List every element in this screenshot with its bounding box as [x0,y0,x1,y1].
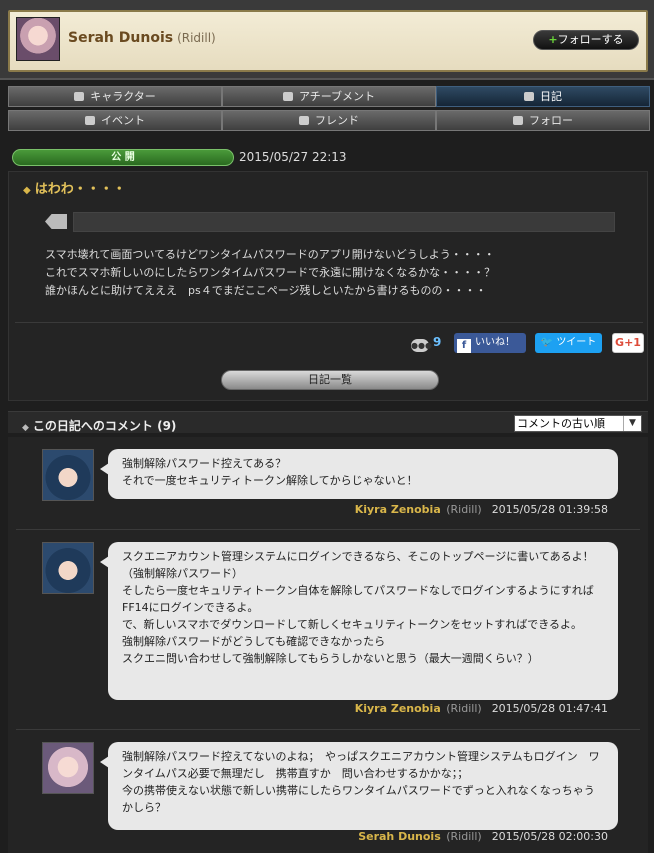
tab-follow-label: フォロー [529,114,573,127]
diary-date: 2015/05/27 22:13 [239,150,347,164]
comment-count[interactable]: ●●●9 [411,335,441,352]
comment-count-value: 9 [433,335,442,349]
comment-item: スクエニアカウント管理システムにログインできるなら、そこのトップページに書いてあ… [8,530,648,730]
profile-name-text[interactable]: Serah Dunois [68,30,173,46]
twitter-icon: 🐦 [540,337,557,348]
divider [15,322,643,323]
commenter-world: (Ridill) [446,830,482,843]
character-icon [74,92,85,101]
profile-avatar[interactable] [16,17,60,61]
comment-date: 2015/05/28 02:00:30 [491,830,608,843]
comment-meta: Kiyra Zenobia (Ridill) 2015/05/28 01:39:5… [355,503,608,516]
tab-character-label: キャラクター [90,90,156,103]
diary-title-text: はわわ・・・・ [34,182,126,197]
tab-diary[interactable]: 日記 [436,86,650,107]
follow-button[interactable]: +フォローする [533,30,639,50]
commenter-world: (Ridill) [446,702,482,715]
comment-line: スクエニアカウント管理システムにログインできるなら、そこのトップページに書いてあ… [122,550,594,580]
friend-icon [299,116,309,125]
commenter-avatar[interactable] [42,449,94,501]
comment-sort-value: コメントの古い順 [517,417,605,430]
google-plus-button[interactable]: G+1 [612,333,644,353]
tag-row [45,212,615,232]
comment-bubble-icon: ●●● [411,339,432,352]
comment-bubble: スクエニアカウント管理システムにログインできるなら、そこのトップページに書いてあ… [100,542,618,700]
tab-friend-label: フレンド [315,114,359,127]
comment-meta: Kiyra Zenobia (Ridill) 2015/05/28 01:47:4… [355,702,608,715]
plus-icon: + [548,33,558,46]
public-status-badge: 公 開 [12,149,234,166]
diary-icon [524,92,534,101]
follow-icon [513,116,523,125]
commenter-avatar[interactable] [42,742,94,794]
comment-item: 強制解除パスワード控えてある？ それで一度セキュリティトークン解除してからじゃな… [8,437,648,530]
comment-line: 強制解除パスワードがどうしても確認できなかったら [122,635,386,648]
tab-achievement[interactable]: アチーブメント [222,86,436,107]
facebook-like-button[interactable]: f いいね！ [454,333,526,353]
diamond-icon: ◆ [22,423,29,433]
tab-character[interactable]: キャラクター [8,86,222,107]
tab-achievement-label: アチーブメント [298,90,376,103]
tweet-label: ツイート [556,337,597,348]
comment-line: で、新しいスマホでダウンロードして新しくセキュリティトークンをセットすればできる… [122,618,583,631]
commenter-avatar[interactable] [42,542,94,594]
comments-title-text: この日記へのコメント (9) [32,419,177,433]
comment-line: そしたら一度セキュリティトークン自体を解除してパスワードなしでログインするように… [122,584,594,614]
diary-list-button[interactable]: 日記一覧 [221,370,439,390]
comment-line: 強制解除パスワード控えてないのよね； やっぱスクエニアカウント管理システムもログ… [122,750,600,780]
diary-body: スマホ壊れて画面ついてるけどワンタイムパスワードのアプリ開けないどうしよう・・・… [45,246,625,300]
chevron-down-icon: ▼ [623,416,641,431]
profile-name[interactable]: Serah Dunois (Ridill) [68,30,216,46]
comment-bubble: 強制解除パスワード控えてある？ それで一度セキュリティトークン解除してからじゃな… [100,449,618,499]
comment-line: それで一度セキュリティトークン解除してからじゃないと！ [122,474,418,487]
commenter-name[interactable]: Serah Dunois [358,830,441,843]
commenter-name[interactable]: Kiyra Zenobia [355,503,441,516]
tab-event[interactable]: イベント [8,110,222,131]
diary-title: ◆ はわわ・・・・ [23,178,126,197]
tweet-button[interactable]: 🐦 ツイート [535,333,602,353]
like-label: いいね！ [475,337,515,348]
comments-title: ◆ この日記へのコメント (9) [22,417,176,434]
commenter-name[interactable]: Kiyra Zenobia [355,702,441,715]
comment-line: 強制解除パスワード控えてある？ [122,457,287,470]
diamond-icon: ◆ [23,185,31,196]
comment-date: 2015/05/28 01:47:41 [491,702,608,715]
commenter-world: (Ridill) [446,503,482,516]
tab-follow[interactable]: フォロー [436,110,650,131]
tab-event-label: イベント [101,114,145,127]
comment-sort-select[interactable]: コメントの古い順 ▼ [514,415,642,432]
diary-body-line: これでスマホ新しいのにしたらワンタイムパスワードで永遠に開けなくなるかな・・・・… [45,266,496,279]
comment-line: スクエニ問い合わせして強制解除してもらうしかないと思う（最大一週間くらい？） [122,652,539,665]
diary-body-line: スマホ壊れて画面ついてるけどワンタイムパスワードのアプリ開けないどうしよう・・・… [45,248,495,261]
achievement-icon [282,92,293,101]
tag-bar [73,212,615,232]
comment-item: 強制解除パスワード控えてないのよね； やっぱスクエニアカウント管理システムもログ… [8,730,648,853]
follow-button-label: フォローする [557,33,624,46]
comment-meta: Serah Dunois (Ridill) 2015/05/28 02:00:30 [358,830,608,843]
comment-list: 強制解除パスワード控えてある？ それで一度セキュリティトークン解除してからじゃな… [8,437,648,853]
facebook-icon: f [457,339,471,353]
comment-line: 今の携帯使えない状態で新しい携帯にしたらワンタイムパスワードでずっと入れなくなっ… [122,784,595,814]
comment-date: 2015/05/28 01:39:58 [491,503,608,516]
tag-icon [45,214,67,229]
diary-status-bar: 公 開 2015/05/27 22:13 [8,147,648,169]
tab-friend[interactable]: フレンド [222,110,436,131]
profile-world: (Ridill) [177,31,216,45]
event-icon [85,116,95,125]
diary-body-line: 誰かほんとに助けてえええ ps４でまだここページ残しといたから書けるものの・・・… [45,284,487,297]
comments-header: ◆ この日記へのコメント (9) コメントの古い順 ▼ [8,411,648,433]
comment-bubble: 強制解除パスワード控えてないのよね； やっぱスクエニアカウント管理システムもログ… [100,742,618,830]
tab-diary-label: 日記 [540,90,562,103]
diary-entry: ◆ はわわ・・・・ スマホ壊れて画面ついてるけどワンタイムパスワードのアプリ開けな… [8,171,648,401]
